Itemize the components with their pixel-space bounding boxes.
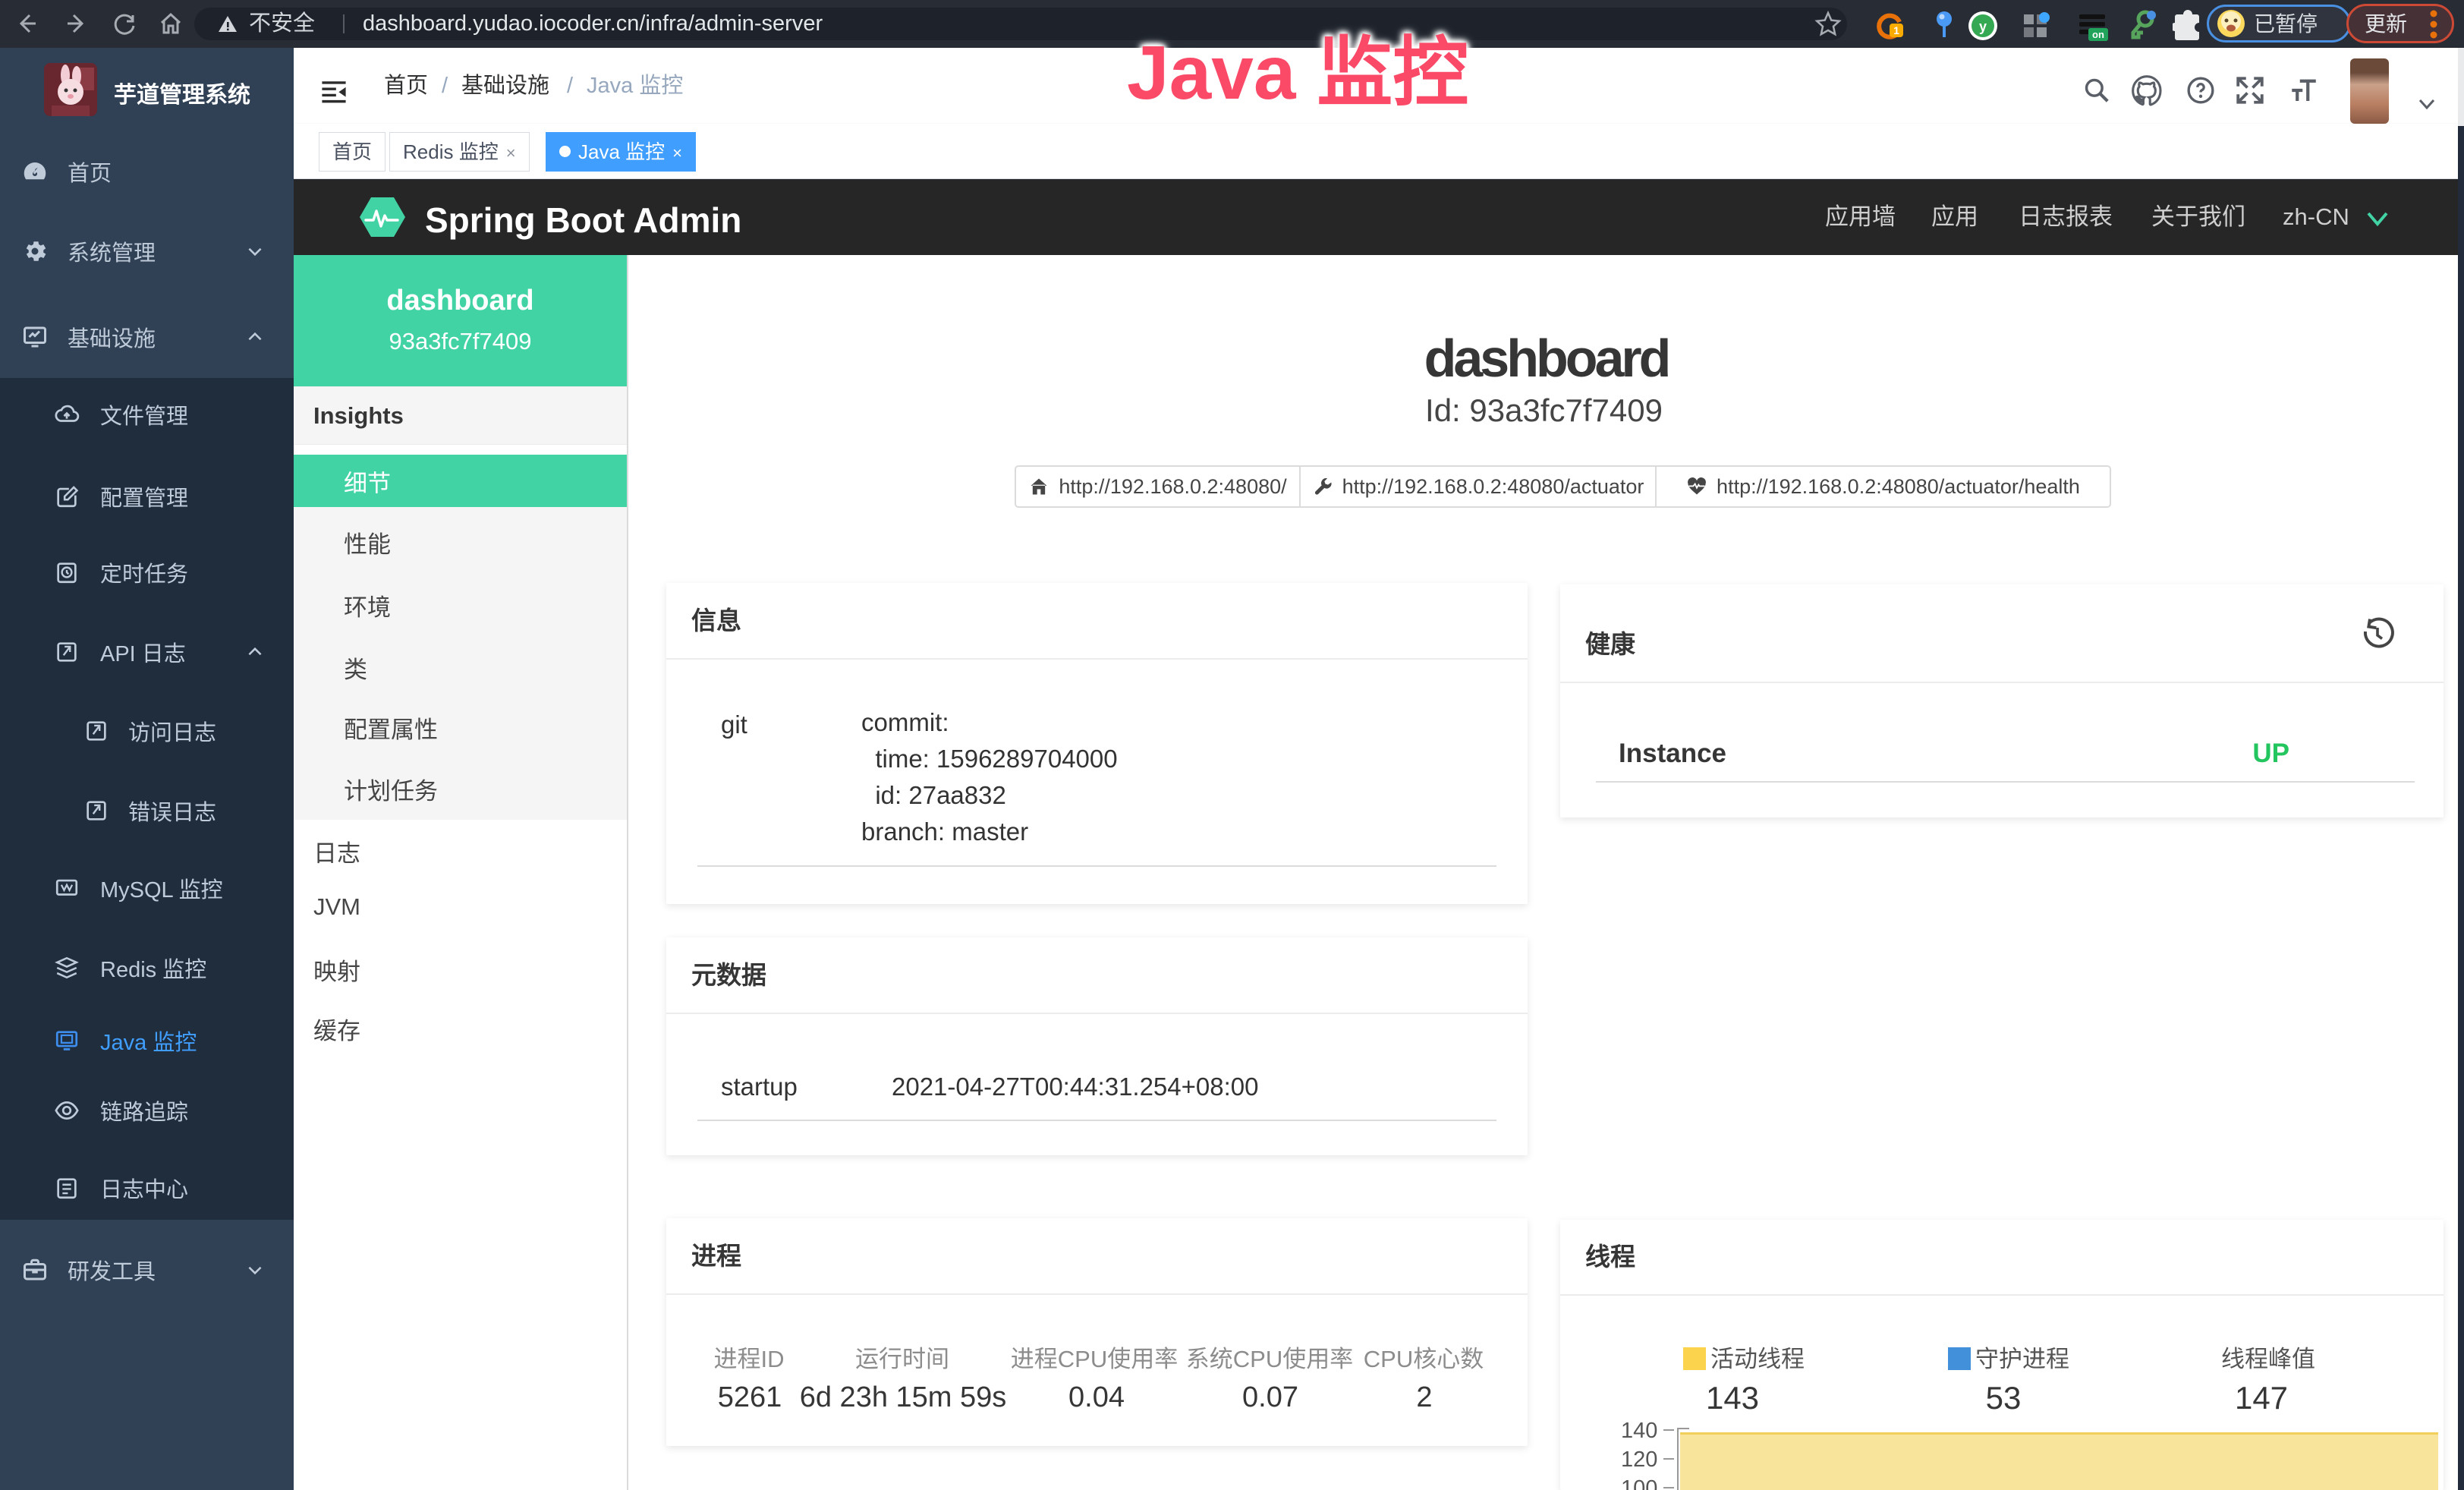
svg-text:1: 1 — [1893, 24, 1899, 36]
svg-text:y: y — [1979, 19, 1987, 34]
svg-text:on: on — [2092, 29, 2104, 40]
